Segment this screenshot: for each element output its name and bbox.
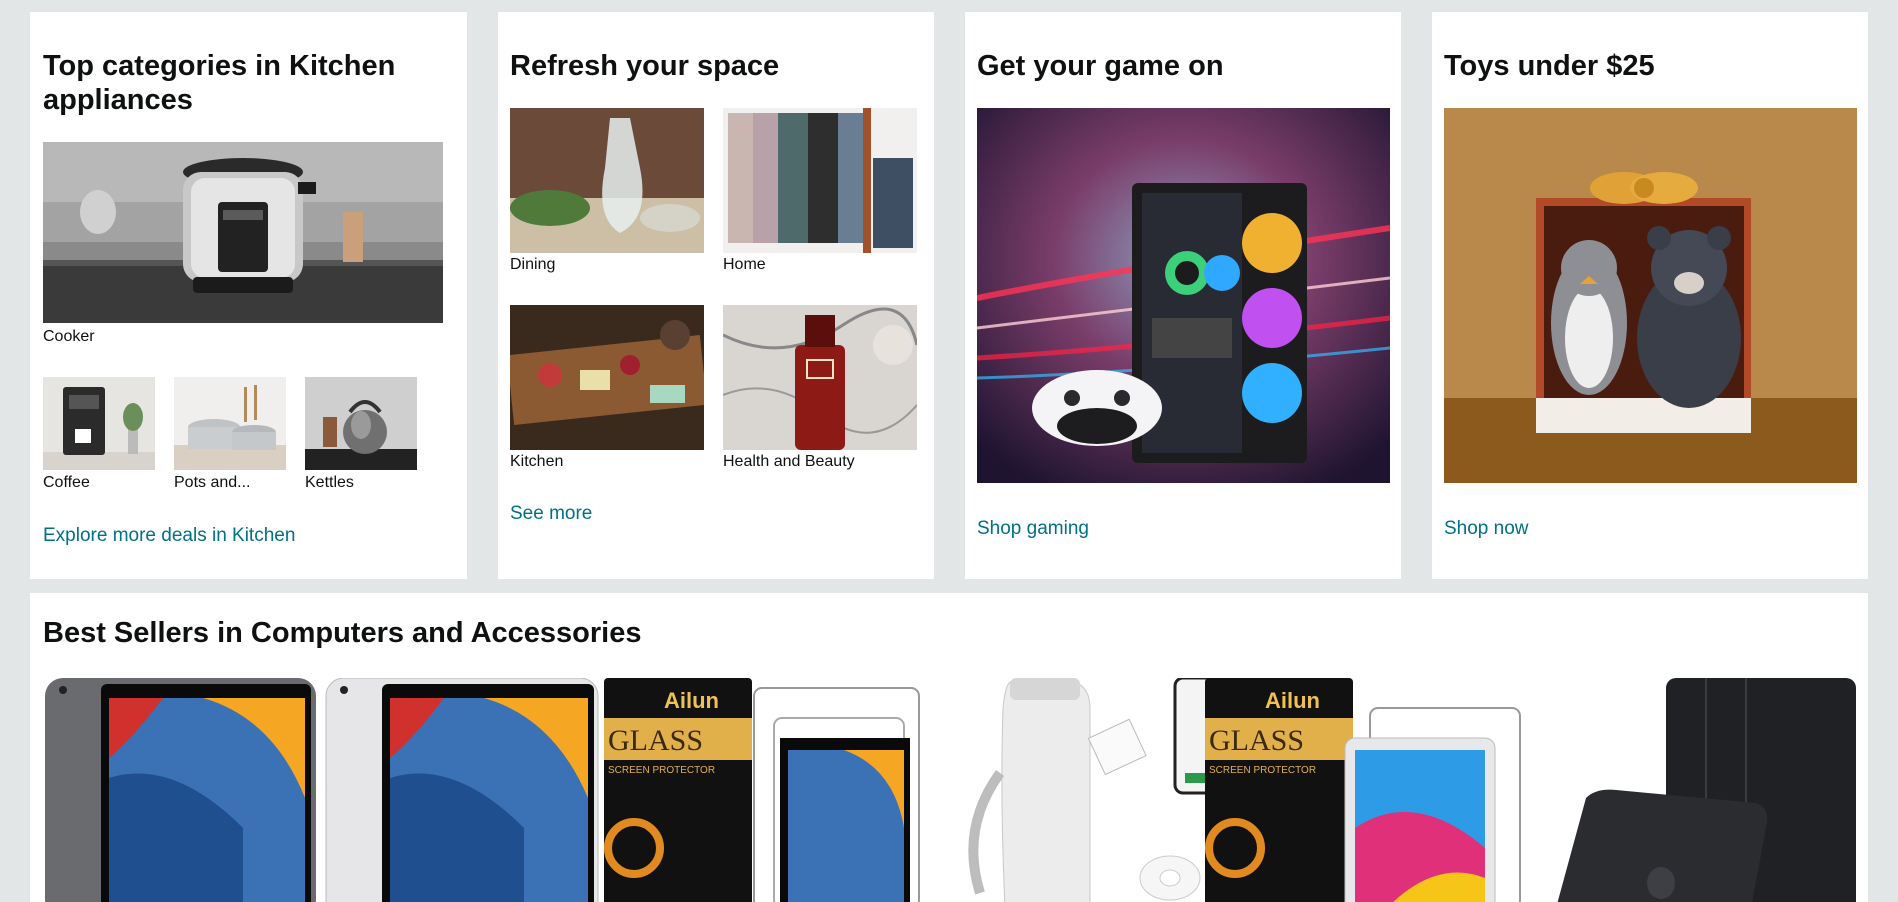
ailun-brand-text: Ailun — [664, 688, 719, 713]
toys-image[interactable] — [1444, 108, 1857, 483]
protector-text-2: SCREEN PROTECTOR — [1209, 765, 1316, 776]
kettles-image[interactable] — [305, 377, 417, 470]
coffee-image[interactable] — [43, 377, 155, 470]
home-image[interactable] — [723, 108, 917, 253]
refresh-card: Refresh your space Dining Home Kitchen H… — [498, 12, 934, 579]
bestsellers-title: Best Sellers in Computers and Accessorie… — [43, 617, 642, 649]
product-label-maker[interactable] — [955, 678, 1245, 902]
refresh-card-title: Refresh your space — [510, 50, 780, 82]
gaming-pc-image[interactable] — [977, 108, 1390, 483]
toys-card: Toys under $25 Shop now — [1432, 12, 1868, 579]
explore-kitchen-link[interactable]: Explore more deals in Kitchen — [43, 525, 295, 547]
toys-card-title: Toys under $25 — [1444, 50, 1655, 82]
product-tablet-case[interactable] — [1556, 678, 1856, 902]
cooker-caption[interactable]: Cooker — [43, 327, 95, 347]
kitchen-card: Top categories in Kitchen appliances Coo… — [30, 12, 467, 579]
home-caption[interactable]: Home — [723, 255, 766, 275]
protector-text: SCREEN PROTECTOR — [608, 765, 715, 776]
kitchen-card-title: Top categories in Kitchen appliances — [43, 50, 396, 116]
shop-now-link[interactable]: Shop now — [1444, 518, 1529, 540]
ailun-brand-text-2: Ailun — [1265, 688, 1320, 713]
glass-text-2: GLASS — [1209, 724, 1304, 757]
gaming-card: Get your game on Shop gaming — [965, 12, 1401, 579]
pots-image[interactable] — [174, 377, 286, 470]
gaming-card-title: Get your game on — [977, 50, 1224, 82]
bestsellers-card: Best Sellers in Computers and Accessorie… — [30, 593, 1868, 902]
see-more-link[interactable]: See more — [510, 503, 592, 525]
cooker-image[interactable] — [43, 142, 443, 323]
pots-caption[interactable]: Pots and... — [174, 473, 251, 493]
dining-image[interactable] — [510, 108, 704, 253]
kettles-caption[interactable]: Kettles — [305, 473, 354, 493]
dining-caption[interactable]: Dining — [510, 255, 555, 275]
kitchen-caption[interactable]: Kitchen — [510, 452, 563, 472]
kitchen-image[interactable] — [510, 305, 704, 450]
coffee-caption[interactable]: Coffee — [43, 473, 90, 493]
product-ipad-silver[interactable] — [324, 678, 600, 902]
product-ailun-protector[interactable]: Ailun GLASS SCREEN PROTECTOR — [604, 678, 949, 902]
health-beauty-caption[interactable]: Health and Beauty — [723, 452, 855, 472]
product-ipad-gray[interactable] — [43, 678, 318, 902]
health-beauty-image[interactable] — [723, 305, 917, 450]
product-ailun-protector-2[interactable]: Ailun GLASS SCREEN PROTECTOR — [1205, 678, 1550, 902]
glass-text: GLASS — [608, 724, 703, 757]
shop-gaming-link[interactable]: Shop gaming — [977, 518, 1089, 540]
